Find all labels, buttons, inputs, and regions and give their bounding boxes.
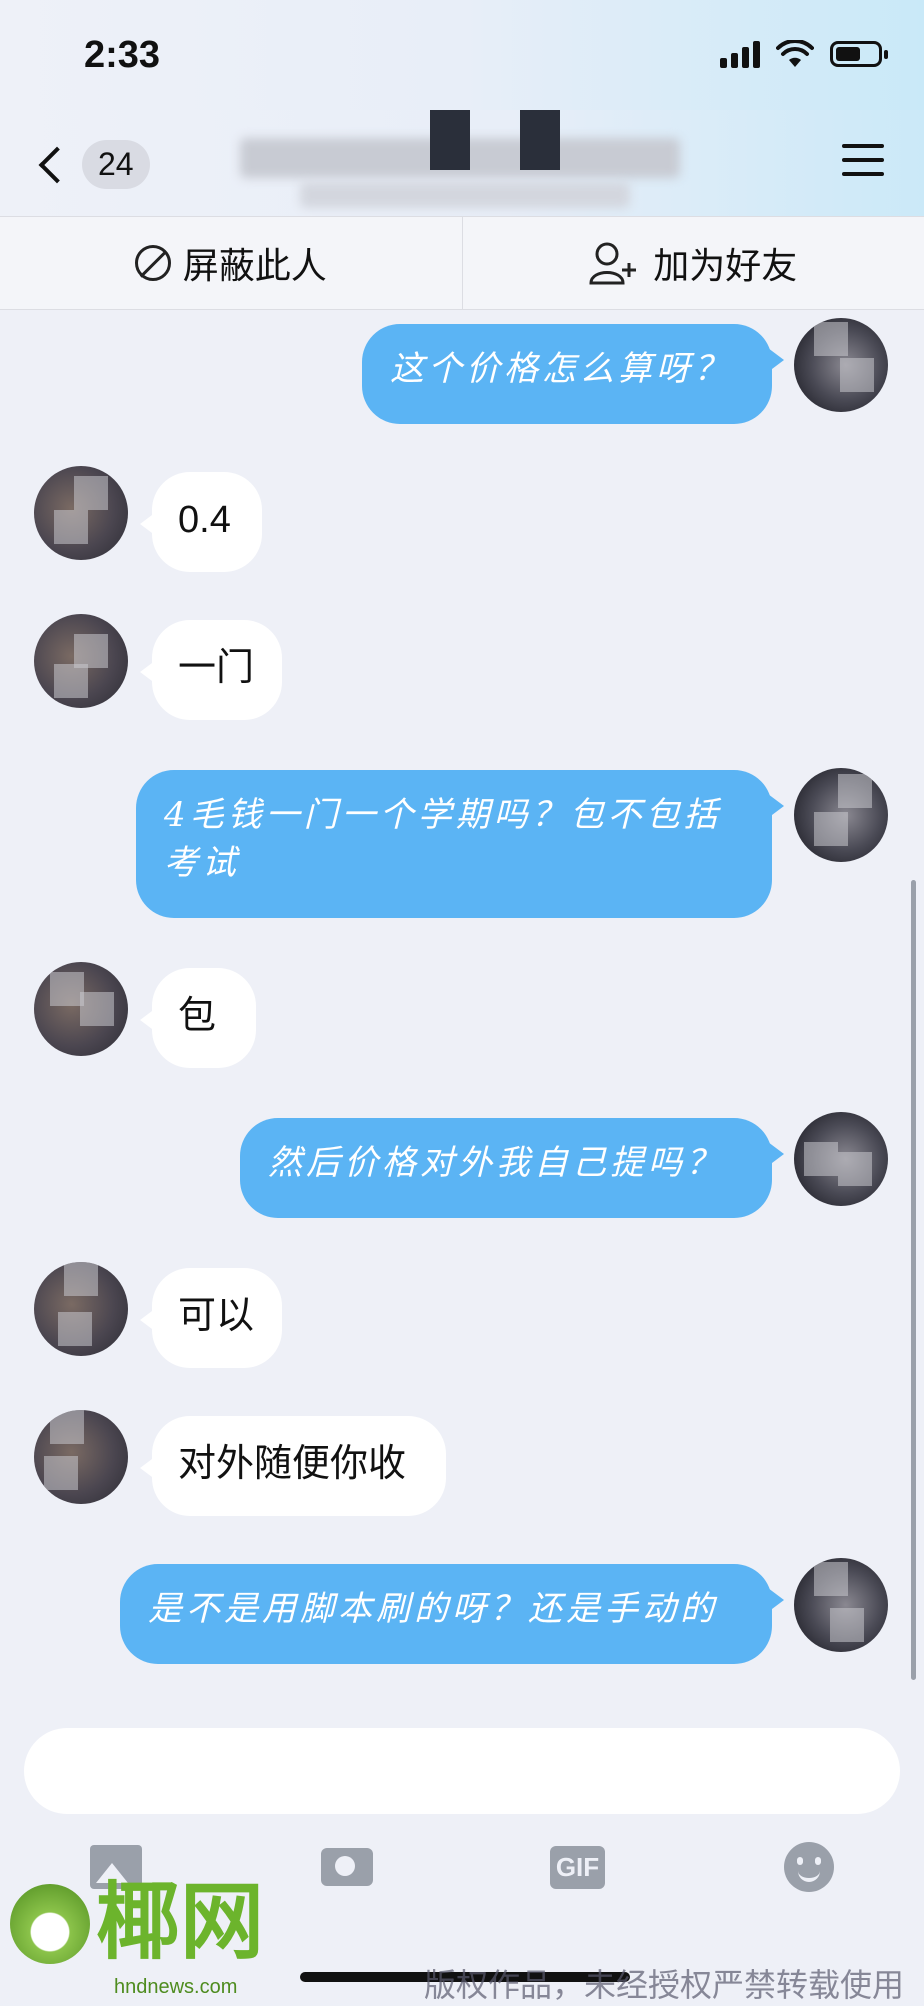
contact-source-redacted (300, 182, 630, 208)
message-input[interactable] (24, 1728, 900, 1814)
block-icon (135, 245, 171, 281)
stranger-action-bar: 屏蔽此人 加为好友 (0, 216, 924, 310)
status-time: 2:33 (84, 34, 160, 77)
watermark-copyright: 版权作品，未经授权严禁转载使用 (424, 1960, 904, 2006)
chat-header: 24 (0, 110, 924, 216)
news-watermark: 椰网 hndnews.com (10, 1880, 264, 1964)
add-user-icon (589, 241, 641, 285)
chevron-left-icon (39, 146, 76, 183)
message-bubble[interactable]: 4毛钱一门一个学期吗？包不包括考试 (136, 770, 772, 918)
message-bubble[interactable]: 是不是用脚本刷的呀？还是手动的 (120, 1564, 772, 1664)
battery-icon (830, 41, 882, 67)
message-bubble[interactable]: 对外随便你收 (152, 1416, 446, 1516)
contact-avatar[interactable] (34, 614, 128, 708)
my-avatar[interactable] (794, 768, 888, 862)
contact-avatar[interactable] (34, 466, 128, 560)
message-bubble[interactable]: 可以 (152, 1268, 282, 1368)
message-bubble[interactable]: 这个价格怎么算呀？ (362, 324, 772, 424)
message-bubble[interactable]: 然后价格对外我自己提吗？ (240, 1118, 772, 1218)
emoji-button[interactable] (781, 1842, 837, 1892)
watermark-domain: hndnews.com (114, 1976, 237, 1999)
coconut-logo-icon (10, 1884, 90, 1964)
gif-button[interactable]: GIF (550, 1842, 606, 1892)
my-avatar[interactable] (794, 1112, 888, 1206)
cellular-signal-icon (720, 40, 760, 68)
add-friend-label: 加为好友 (653, 237, 797, 289)
title-redaction-block (430, 110, 470, 170)
contact-avatar[interactable] (34, 1410, 128, 1504)
block-user-button[interactable]: 屏蔽此人 (0, 217, 462, 309)
contact-avatar[interactable] (34, 962, 128, 1056)
add-friend-button[interactable]: 加为好友 (462, 217, 924, 309)
message-bubble[interactable]: 一门 (152, 620, 282, 720)
block-label: 屏蔽此人 (183, 237, 327, 289)
my-avatar[interactable] (794, 318, 888, 412)
chat-scrollbar[interactable] (911, 880, 916, 1680)
message-bubble[interactable]: 0.4 (152, 472, 262, 572)
contact-avatar[interactable] (34, 1262, 128, 1356)
camera-icon (321, 1848, 373, 1886)
system-icons (720, 40, 882, 68)
my-avatar[interactable] (794, 1558, 888, 1652)
emoji-icon (784, 1842, 834, 1892)
menu-icon[interactable] (842, 144, 884, 186)
unread-count-badge: 24 (82, 140, 150, 189)
message-list[interactable]: 这个价格怎么算呀？ 0.4 一门 4毛钱一门一个学期吗？包不包括考试 包 然后价… (0, 308, 924, 1708)
camera-button[interactable] (319, 1842, 375, 1892)
wifi-icon (776, 40, 814, 68)
title-redaction-block (520, 110, 560, 170)
back-button[interactable]: 24 (36, 140, 150, 189)
status-bar: 2:33 (0, 0, 924, 110)
watermark-brand: 椰网 (96, 1880, 264, 1964)
gif-icon: GIF (550, 1846, 605, 1889)
message-bubble[interactable]: 包 (152, 968, 256, 1068)
